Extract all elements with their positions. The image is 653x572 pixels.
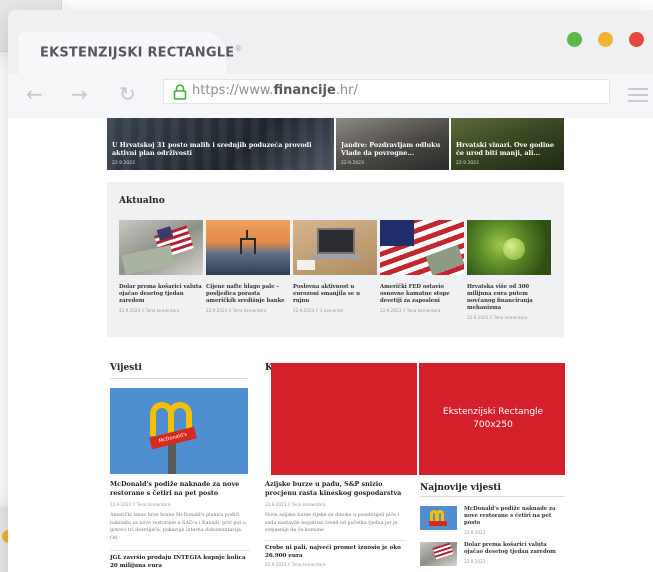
hero-card[interactable]: U Hrvatskoj 31 posto malih i srednjih po… [107,118,334,170]
aktualno-title: Aktualno [119,196,165,206]
tab-title: EKSTENZIJSKI RECTANGLE® [40,44,243,61]
browser-tab[interactable]: EKSTENZIJSKI RECTANGLE® [18,32,242,74]
hero-title: Jandre: Pozdravljam odluku Vlade da povr… [341,141,441,157]
browser-chrome: EKSTENZIJSKI RECTANGLE® ← → ↻ https://ww… [8,10,653,118]
address-bar[interactable]: https://www.financije.hr/ [163,79,610,104]
ad-label: Ekstenzijski Rectangle 700x250 [442,407,544,430]
najnovije-item[interactable]: McDonald's podiže naknade za nove restor… [420,506,565,540]
article-title[interactable]: JGL završio prodaju INTEGIA kupnje kolic… [110,555,250,570]
najnovije-divider [420,496,565,497]
aktualno-item-meta: 22.9.2023 // Tena komentara [467,315,528,320]
aktualno-item[interactable]: Američki FED ostavio osnovne kamatne sto… [380,220,464,313]
aktualno-item[interactable]: Dolar prema košarici valuta ojačao deset… [119,220,203,313]
forward-arrow-icon[interactable]: → [71,80,88,108]
hero-title: U Hrvatskoj 31 posto malih i srednjih po… [112,141,312,157]
browser-window: EKSTENZIJSKI RECTANGLE® ← → ↻ https://ww… [8,10,653,572]
ad-divider [417,363,419,475]
url-text: https://www.financije.hr/ [192,83,358,98]
reload-icon[interactable]: ↻ [119,80,136,108]
window-maximize-dot[interactable] [567,32,582,47]
vijesti-title: Vijesti [110,363,142,373]
najnovije-item[interactable]: Dolar prema košarici valuta ojačao deset… [420,542,565,572]
aktualno-item-title: Poslovna aktivnost u eurozoni smanjila s… [293,284,360,304]
window-minimize-dot[interactable] [598,32,613,47]
hero-card[interactable]: Hrvatski vinari. Ove godine će urod biti… [451,118,564,170]
aktualno-item-meta: 22.9.2023 // Tena komentara [206,308,267,313]
oil-platform-image [206,220,290,275]
browser-toolbar: ← → ↻ https://www.financije.hr/ [8,74,653,118]
hero-title: Hrvatski vinari. Ove godine će urod biti… [456,141,554,157]
najnovije-title: Najnovije vijesti [420,483,501,493]
aktualno-item-meta: 22.9.2023 // 1 komentar [293,308,344,313]
tab-bar: EKSTENZIJSKI RECTANGLE® [8,10,653,74]
mcdonalds-thumbnail [420,506,457,530]
aktualno-item[interactable]: Hrvatska više od 300 milijuna eura putem… [467,220,551,320]
najnovije-item-title: Dolar prema košarici valuta ojačao deset… [464,542,556,555]
web-page: U Hrvatskoj 31 posto malih i srednjih po… [8,118,653,572]
ad-rectangle[interactable]: Ekstenzijski Rectangle 700x250 [271,363,565,475]
hero-date: 22.9.2023 [341,161,364,166]
article-divider [110,550,250,551]
article-meta: 22.9.2023 // Tena komentara [265,562,326,567]
article-excerpt: Američki lanac brze hrane McDonald's pla… [110,513,246,541]
aktualno-item-title: Američki FED ostavio osnovne kamatne sto… [380,284,450,304]
article-title[interactable]: Azijske burze u padu, S&P snizio procjen… [265,480,405,498]
vijesti-divider [110,378,248,379]
article-title[interactable]: McDonald's podiže naknade za nove restor… [110,480,250,498]
article-meta: 22.9.2023 // Tena komentara [110,502,171,507]
window-close-dot[interactable] [629,32,644,47]
back-arrow-icon[interactable]: ← [26,80,43,108]
dollar-thumbnail [420,542,457,566]
aktualno-item-meta: 22.9.2023 // Tena komentara [119,308,180,313]
aktualno-item[interactable]: Poslovna aktivnost u eurozoni smanjila s… [293,220,377,313]
najnovije-item-date: 22.9.2023 [464,559,486,564]
us-flag-money-image [380,220,464,275]
najnovije-item-date: 22.9.2023 [464,530,486,535]
hero-card[interactable]: Jandre: Pozdravljam odluku Vlade da povr… [336,118,449,170]
aktualno-item[interactable]: Cijene nafte blago pale – posljedica por… [206,220,290,313]
article-meta: 22.9.2023 // Tena komentara [265,502,326,507]
hero-date: 22.9.2023 [112,161,135,166]
lock-icon [173,84,187,100]
aktualno-item-meta: 22.9.2023 // Tena komentara [380,308,441,313]
aktualno-item-title: Dolar prema košarici valuta ojačao deset… [119,284,202,304]
aktualno-item-title: Hrvatska više od 300 milijuna eura putem… [467,284,533,311]
article-excerpt: Nove azijske burze rijeke su dinoke u po… [265,513,400,533]
najnovije-item-title: McDonald's podiže naknade za nove restor… [464,506,556,526]
aktualno-item-title: Cijene nafte blago pale – posljedica por… [206,284,285,304]
dollar-flag-image [119,220,203,275]
article-divider [265,540,405,541]
aktualno-section: Aktualno Dolar prema košarici valuta oja… [107,182,564,337]
mcdonalds-sign-image[interactable]: McDonald's [110,388,248,474]
hamburger-menu-icon[interactable] [628,88,648,102]
hero-date: 22.9.2023 [456,161,479,166]
hero-strip: U Hrvatskoj 31 posto malih i srednjih po… [107,118,564,170]
article-title[interactable]: Crobe ni pali, najveći promet izuosio je… [265,545,405,560]
laptop-desk-image [293,220,377,275]
green-fruit-image [467,220,551,275]
